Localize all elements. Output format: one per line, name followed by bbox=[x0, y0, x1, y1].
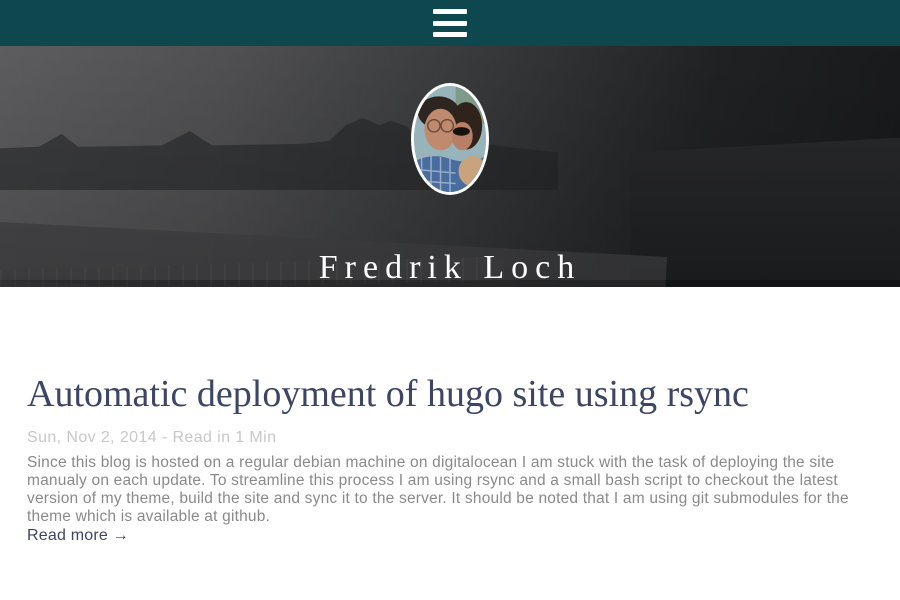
avatar-photo bbox=[414, 86, 486, 192]
read-more-link[interactable]: Read more → bbox=[27, 527, 129, 545]
post-meta: Sun, Nov 2, 2014 - Read in 1 Min bbox=[27, 429, 873, 447]
post-summary: Automatic deployment of hugo site using … bbox=[27, 375, 873, 545]
post-title: Automatic deployment of hugo site using … bbox=[27, 375, 873, 414]
top-nav-bar bbox=[0, 0, 900, 46]
hamburger-bar bbox=[433, 21, 467, 26]
hamburger-bar bbox=[433, 9, 467, 14]
post-list: Automatic deployment of hugo site using … bbox=[0, 287, 900, 545]
hamburger-menu-icon[interactable] bbox=[433, 9, 467, 37]
hamburger-bar bbox=[433, 32, 467, 37]
post-excerpt: Since this blog is hosted on a regular d… bbox=[27, 454, 873, 526]
post-title-link[interactable]: Automatic deployment of hugo site using … bbox=[27, 373, 749, 415]
avatar[interactable] bbox=[411, 83, 489, 195]
site-title: Fredrik Loch bbox=[0, 249, 900, 287]
hero-banner: Fredrik Loch bbox=[0, 46, 900, 287]
